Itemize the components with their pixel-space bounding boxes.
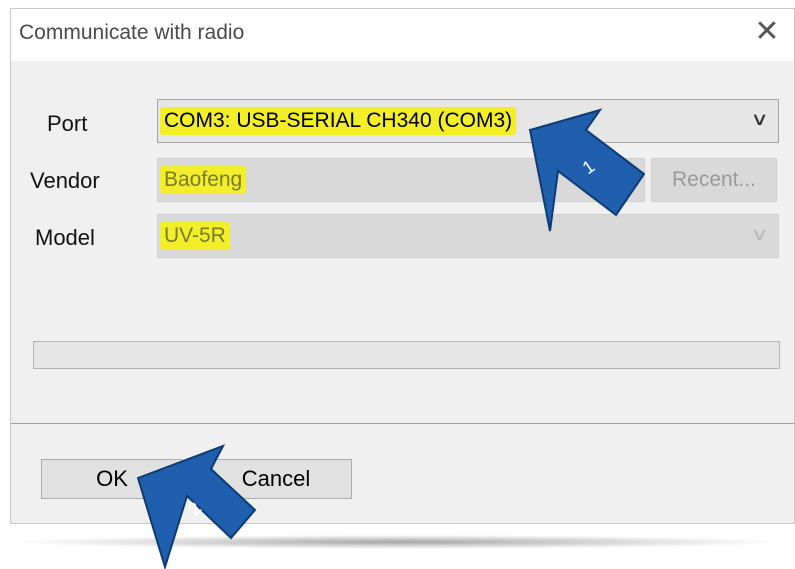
model-label: Model [35,225,95,250]
window-title: Communicate with radio [19,21,245,44]
divider [11,423,794,424]
annotation-arrow-2: 2 [136,444,257,569]
vendor-label: Vendor [30,168,100,193]
vendor-value: Baofeng [160,166,247,194]
recent-button[interactable]: Recent... [651,158,777,202]
chevron-down-icon: ∨ [750,224,769,244]
window-shadow [14,535,784,549]
title-bar: Communicate with radio ✕ [11,9,794,61]
progress-bar [33,341,780,369]
chevron-down-icon: ∨ [750,109,769,129]
model-select[interactable]: UV-5R ∨ [157,214,779,258]
close-icon[interactable]: ✕ [752,17,782,47]
model-value: UV-5R [160,222,230,250]
port-select[interactable]: COM3: USB-SERIAL CH340 (COM3) ∨ [157,99,779,143]
annotation-arrow-1: 1 [528,108,645,232]
port-label: Port [47,111,88,136]
port-value: COM3: USB-SERIAL CH340 (COM3) [160,107,517,135]
communicate-dialog: Communicate with radio ✕ Port COM3: USB-… [10,8,795,524]
